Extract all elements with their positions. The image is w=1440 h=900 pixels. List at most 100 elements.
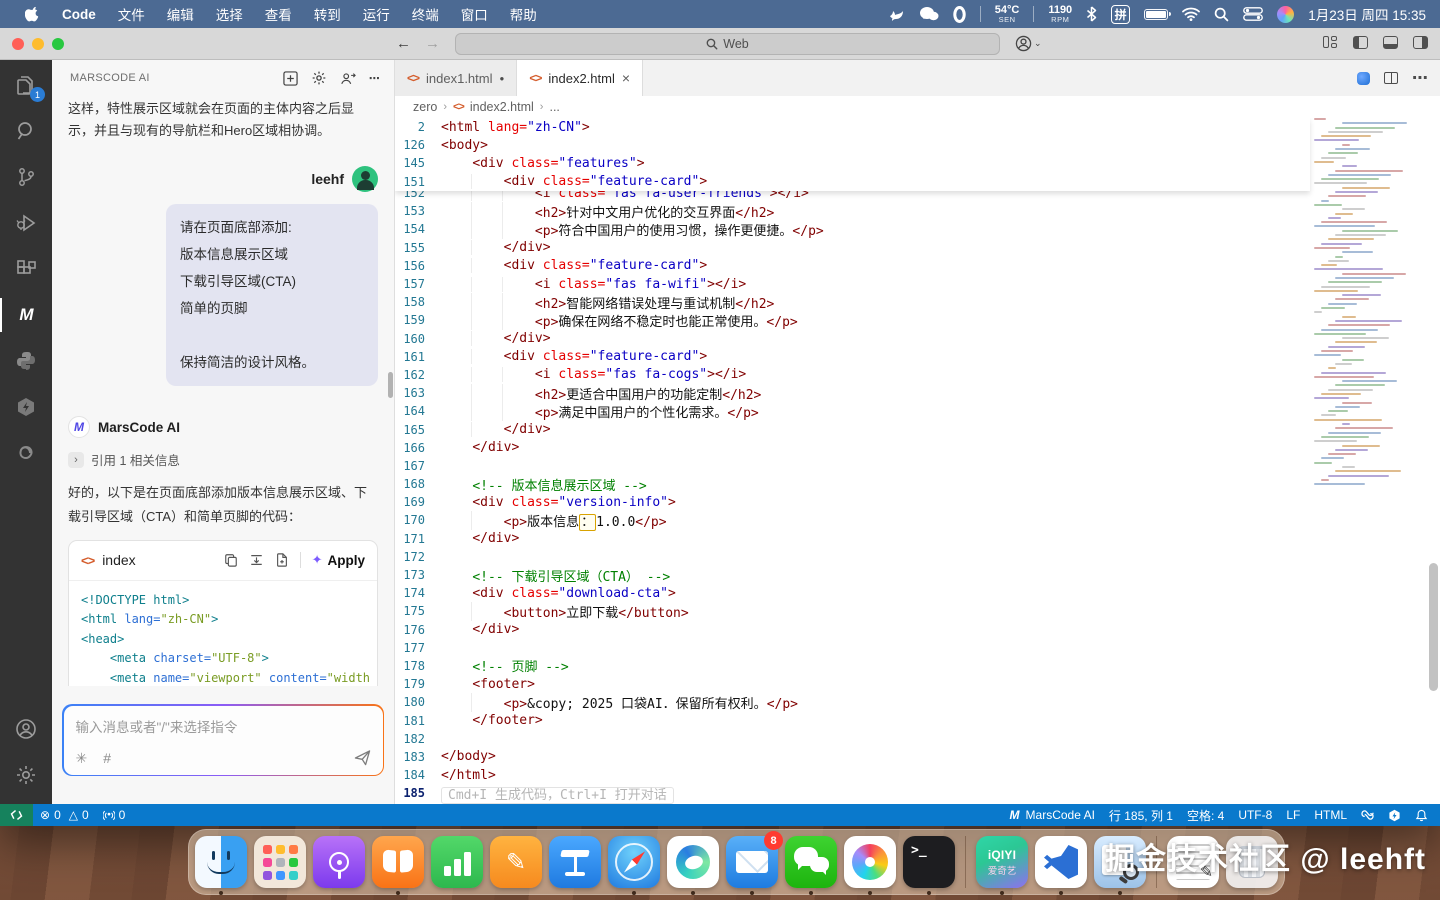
- apply-button[interactable]: ✦ Apply: [312, 552, 365, 568]
- explorer-view-icon[interactable]: 1: [0, 62, 52, 108]
- ring-zero-icon[interactable]: [953, 6, 966, 23]
- code-line[interactable]: 184</html>: [395, 766, 1310, 784]
- code-line[interactable]: 174 <div class="download-cta">: [395, 584, 1310, 602]
- code-line[interactable]: 154 <p>符合中国用户的使用习惯，操作更便捷。</p>: [395, 220, 1310, 238]
- code-line[interactable]: 167: [395, 457, 1310, 475]
- new-chat-icon[interactable]: [283, 71, 298, 86]
- command-center-search[interactable]: Web: [455, 33, 1000, 55]
- ports-indicator[interactable]: 0: [96, 804, 133, 826]
- breadcrumb-folder[interactable]: zero: [413, 100, 437, 114]
- wifi-icon[interactable]: [1182, 7, 1200, 21]
- menu-clock[interactable]: 1月23日 周四 15:35: [1308, 4, 1426, 24]
- dock-icon-keynote[interactable]: [549, 836, 601, 888]
- wechat-menu-icon[interactable]: [919, 6, 939, 22]
- menu-item-view[interactable]: 查看: [254, 0, 303, 28]
- menu-item-selection[interactable]: 选择: [205, 0, 254, 28]
- more-actions-icon[interactable]: ⋯: [1412, 68, 1428, 88]
- indentation-setting[interactable]: 空格: 4: [1180, 804, 1231, 826]
- encoding-setting[interactable]: UTF-8: [1231, 804, 1279, 826]
- dock-icon-books[interactable]: [372, 836, 424, 888]
- new-file-icon[interactable]: [275, 553, 289, 567]
- python-extension-icon[interactable]: [0, 338, 52, 384]
- code-line[interactable]: 162 <i class="fas fa-cogs"></i>: [395, 366, 1310, 384]
- commands-icon[interactable]: ✳: [76, 750, 88, 767]
- menu-item-window[interactable]: 窗口: [450, 0, 499, 28]
- code-line[interactable]: 168 <!-- 版本信息展示区域 -->: [395, 475, 1310, 493]
- editor-scrollbar[interactable]: [1429, 563, 1438, 691]
- cursor-position[interactable]: 行 185, 列 1: [1102, 804, 1180, 826]
- code-line[interactable]: 164 <p>满足中国用户的个性化需求。</p>: [395, 402, 1310, 420]
- fan-speed-widget[interactable]: 1190 RPM: [1048, 5, 1072, 24]
- accounts-icon[interactable]: [0, 706, 52, 752]
- dock-icon-pages[interactable]: ✎: [490, 836, 542, 888]
- run-debug-view-icon[interactable]: [0, 200, 52, 246]
- code-line[interactable]: 166 </div>: [395, 439, 1310, 457]
- code-line[interactable]: 181 </footer>: [395, 711, 1310, 729]
- tab-index2[interactable]: <> index2.html ×: [517, 60, 643, 96]
- code-line[interactable]: 176 </div>: [395, 621, 1310, 639]
- account-menu[interactable]: ⌄: [1015, 35, 1042, 52]
- more-actions-icon[interactable]: ⋯: [369, 72, 380, 85]
- insert-code-icon[interactable]: [249, 553, 264, 567]
- tab-index1[interactable]: <> index1.html ●: [395, 60, 517, 96]
- menu-item-code[interactable]: Code: [51, 0, 107, 28]
- dock-icon-photos[interactable]: [844, 836, 896, 888]
- menu-item-run[interactable]: 运行: [352, 0, 401, 28]
- toggle-panel-icon[interactable]: [1383, 36, 1398, 49]
- code-line[interactable]: 160 </div>: [395, 330, 1310, 348]
- code-line[interactable]: 179 <footer>: [395, 675, 1310, 693]
- marscode-status-item[interactable]: M MarsCode AI: [1003, 804, 1102, 826]
- notifications-bell-icon[interactable]: [1408, 804, 1440, 826]
- forward-button[interactable]: →: [425, 35, 440, 52]
- dock-icon-safari[interactable]: [608, 836, 660, 888]
- code-line[interactable]: 158 <h2>智能网络错误处理与重试机制</h2>: [395, 293, 1310, 311]
- temperature-widget[interactable]: 54°C SEN: [995, 5, 1020, 24]
- code-line[interactable]: 156 <div class="feature-card">: [395, 257, 1310, 275]
- code-line[interactable]: 161 <div class="feature-card">: [395, 348, 1310, 366]
- source-control-view-icon[interactable]: [0, 154, 52, 200]
- problems-indicator[interactable]: ⊗0 △0: [33, 804, 96, 826]
- code-line[interactable]: 180 <p>&copy; 2025 口袋AI．保留所有权利。</p>: [395, 693, 1310, 711]
- code-line[interactable]: 177: [395, 639, 1310, 657]
- code-line[interactable]: 151 <div class="feature-card">: [395, 173, 1310, 191]
- code-line[interactable]: 175 <button>立即下载</button>: [395, 602, 1310, 620]
- send-icon[interactable]: [354, 750, 371, 766]
- code-line[interactable]: 157 <i class="fas fa-wifi"></i>: [395, 275, 1310, 293]
- customize-layout-icon[interactable]: [1323, 36, 1338, 49]
- dock-icon-iqiyi[interactable]: iQIYI爱奇艺: [976, 836, 1028, 888]
- toggle-primary-sidebar-icon[interactable]: [1353, 36, 1368, 49]
- marscode-quick-action-icon[interactable]: [1357, 72, 1370, 85]
- dock-icon-vscode[interactable]: [1035, 836, 1087, 888]
- search-view-icon[interactable]: [0, 108, 52, 154]
- dock-icon-wechat[interactable]: [785, 836, 837, 888]
- code-line[interactable]: 172: [395, 548, 1310, 566]
- code-line[interactable]: 159 <p>确保在网络不稳定时也能正常使用。</p>: [395, 311, 1310, 329]
- language-mode[interactable]: HTML: [1307, 804, 1354, 826]
- dock-icon-podcasts[interactable]: [313, 836, 365, 888]
- code-line[interactable]: 183</body>: [395, 748, 1310, 766]
- code-line[interactable]: 182: [395, 730, 1310, 748]
- share-profile-icon[interactable]: [340, 71, 356, 86]
- hexagon-extension-icon[interactable]: [0, 384, 52, 430]
- siri-icon[interactable]: [1277, 6, 1294, 23]
- code-line[interactable]: 153 <h2>针对中文用户优化的交互界面</h2>: [395, 202, 1310, 220]
- minimap[interactable]: [1314, 118, 1426, 498]
- bluetooth-icon[interactable]: [1086, 6, 1097, 22]
- chat-settings-gear-icon[interactable]: [311, 70, 327, 86]
- hexagon-bolt-icon[interactable]: [1381, 804, 1408, 826]
- code-line[interactable]: 155 </div>: [395, 239, 1310, 257]
- window-title-bar[interactable]: ← → Web ⌄: [0, 28, 1440, 60]
- panel-scrollbar[interactable]: [388, 372, 393, 398]
- code-line[interactable]: 165 </div>: [395, 420, 1310, 438]
- marscode-ai-view-icon[interactable]: M: [0, 292, 52, 338]
- remote-indicator[interactable]: [0, 804, 33, 826]
- modified-dot-icon[interactable]: ●: [500, 74, 505, 83]
- zoom-window-button[interactable]: [52, 38, 64, 50]
- dock-icon-terminal[interactable]: >_: [903, 836, 955, 888]
- back-button[interactable]: ←: [396, 35, 411, 52]
- minimize-window-button[interactable]: [32, 38, 44, 50]
- context-hash-icon[interactable]: #: [103, 750, 111, 766]
- code-line[interactable]: 170 <p>版本信息：1.0.0</p>: [395, 511, 1310, 529]
- close-tab-icon[interactable]: ×: [622, 70, 630, 86]
- reference-row[interactable]: › 引用 1 相关信息: [68, 450, 378, 469]
